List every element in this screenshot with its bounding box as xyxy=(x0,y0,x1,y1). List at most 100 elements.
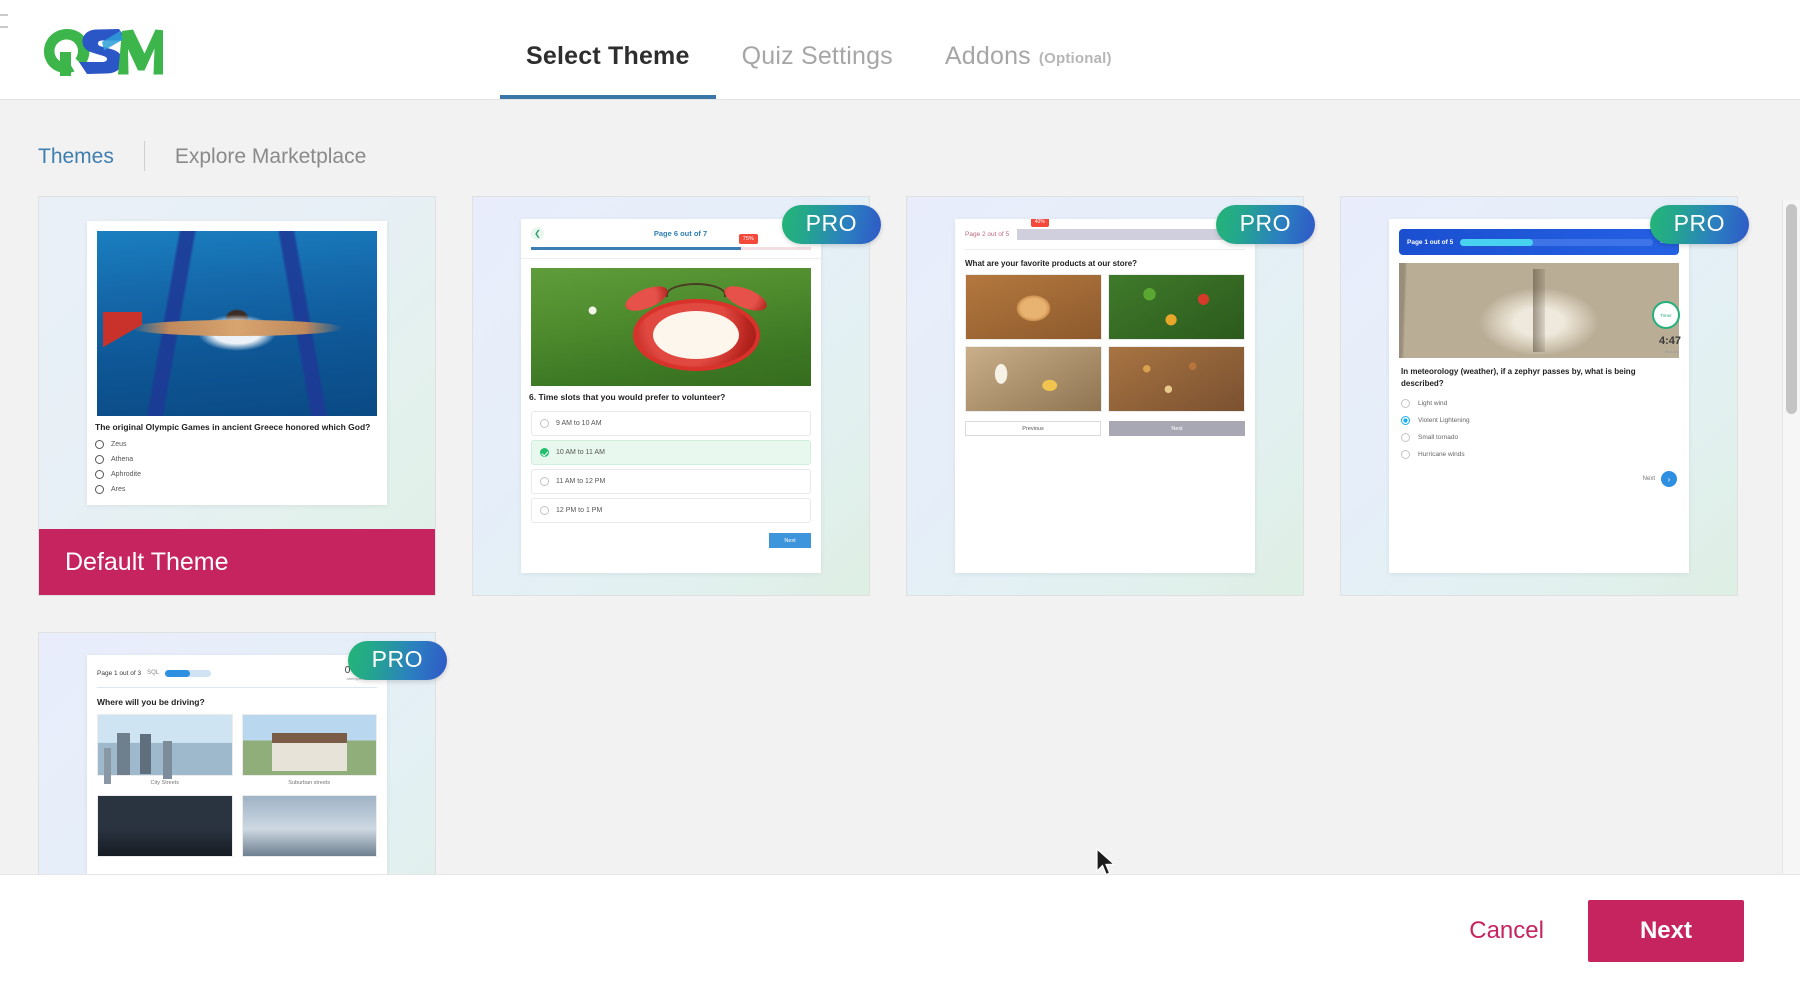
choice-caption: City Streets xyxy=(150,780,179,786)
preview-option: Aphrodite xyxy=(87,467,387,482)
night-road-image xyxy=(97,795,233,857)
tab-addons[interactable]: Addons (Optional) xyxy=(919,0,1138,99)
bread-image xyxy=(965,274,1102,340)
pro-badge: PRO xyxy=(1215,205,1315,244)
qsm-logo-icon xyxy=(44,28,163,76)
preview-option: Hurricane winds xyxy=(1389,446,1689,463)
preview-option-selected: Violent Lightening xyxy=(1389,412,1689,429)
next-button[interactable]: Next xyxy=(1587,899,1744,962)
preview-option-label: Aphrodite xyxy=(111,471,141,479)
preview-next-arrow-icon: › xyxy=(1661,471,1677,488)
preview-option-selected: 10 AM to 11 AM xyxy=(531,440,811,466)
vertical-scrollbar[interactable] xyxy=(1782,200,1800,874)
theme-card-grid: The original Olympic Games in ancient Gr… xyxy=(0,178,1749,874)
theme-card-default[interactable]: The original Olympic Games in ancient Gr… xyxy=(38,196,436,596)
subnav-explore-marketplace[interactable]: Explore Marketplace xyxy=(175,146,394,167)
tab-select-theme-label: Select Theme xyxy=(526,42,690,70)
preview-nav: Next › xyxy=(1389,463,1689,488)
choice-cloud xyxy=(241,795,377,857)
preview-option-label: Ares xyxy=(111,486,126,494)
preview-option: Light wind xyxy=(1389,395,1689,412)
preview-previous-button: Previous xyxy=(965,421,1101,436)
preview-page-label: Page 2 out of 5 xyxy=(965,231,1010,238)
quiz-preview-4: Page 1 out of 5 10% Timer 4:47 xyxy=(1389,229,1689,573)
radio-icon xyxy=(1401,450,1410,460)
theme-preview-2: ❮ Page 6 out of 7 75% 6. Time slots that… xyxy=(521,219,821,573)
alarm-clock-image xyxy=(531,268,811,386)
theme-preview-3: Page 2 out of 5 40% What are your favori… xyxy=(955,219,1255,573)
timer-icon: Timer xyxy=(1652,301,1680,329)
swimmer-image xyxy=(97,231,377,416)
vertical-scrollbar-thumb[interactable] xyxy=(1786,204,1797,414)
quiz-preview-2: ❮ Page 6 out of 7 75% 6. Time slots that… xyxy=(521,219,821,573)
preview-header: Page 1 out of 3 SQL 0 4 2 attempts remai… xyxy=(87,655,387,681)
radio-icon xyxy=(540,419,549,429)
preview-page-label: Page 6 out of 7 xyxy=(653,229,708,238)
theme-card-4[interactable]: PRO Page 1 out of 5 10% xyxy=(1340,196,1749,596)
pro-badge: PRO xyxy=(781,205,881,244)
preview-option: 9 AM to 10 AM xyxy=(531,411,811,437)
preview-page-label: Page 1 out of 5 xyxy=(1407,238,1454,246)
preview-question: 6. Time slots that you would prefer to v… xyxy=(529,392,726,402)
radio-icon xyxy=(540,477,549,487)
preview-option: Small tornado xyxy=(1389,429,1689,446)
back-arrow-icon: ❮ xyxy=(531,227,544,240)
tab-addons-optional-label: (Optional) xyxy=(1038,50,1112,67)
theme-card-3[interactable]: PRO Page 2 out of 5 40% What are your fa… xyxy=(906,196,1315,596)
tab-select-theme[interactable]: Select Theme xyxy=(500,0,716,99)
theme-gallery-panel: Themes Explore Marketplace The original … xyxy=(0,100,1800,874)
clock-body xyxy=(621,280,772,374)
radio-icon xyxy=(95,455,104,465)
preview-progress-fill xyxy=(165,669,191,677)
timer-caption: minutes xyxy=(1664,349,1679,354)
theme-name-label: Default Theme xyxy=(65,547,229,576)
nuts-image xyxy=(1108,346,1245,412)
radio-icon xyxy=(540,506,549,516)
radio-icon xyxy=(95,440,104,450)
preview-page-label: Page 1 out of 3 xyxy=(97,669,142,677)
preview-header: Page 2 out of 5 40% xyxy=(955,219,1255,240)
preview-option: Athena xyxy=(87,452,387,467)
preview-option: Ares xyxy=(87,482,387,497)
radio-selected-icon xyxy=(1401,416,1410,426)
preview-question: The original Olympic Games in ancient Gr… xyxy=(95,422,371,432)
choice-night xyxy=(97,795,233,857)
theme-card-5[interactable]: PRO Page 1 out of 3 SQL 0 4 2 attempts r… xyxy=(38,632,447,874)
preview-progress-bar: 40% xyxy=(1017,219,1245,240)
divider xyxy=(521,258,821,259)
preview-next-button: Next xyxy=(1109,421,1245,436)
choice-city: City Streets xyxy=(97,714,233,786)
city-image xyxy=(97,714,233,776)
preview-image-choices xyxy=(955,274,1255,412)
preview-progress-fill xyxy=(1460,238,1534,246)
preview-next-button: Next xyxy=(769,533,811,549)
preview-question: Where will you be driving? xyxy=(97,697,205,707)
preview-option: 12 PM to 1 PM xyxy=(531,498,811,524)
qsm-logo xyxy=(0,0,500,99)
preview-option: Zeus xyxy=(87,437,387,452)
preview-progress-bar xyxy=(1460,238,1653,246)
preview-image-choices: City Streets Suburban streets xyxy=(87,714,387,857)
tab-addons-label: Addons xyxy=(944,42,1031,70)
cancel-button[interactable]: Cancel xyxy=(1451,905,1562,957)
preview-progress-bar: 75% xyxy=(531,234,811,250)
theme-preview-5: Page 1 out of 3 SQL 0 4 2 attempts remai… xyxy=(87,655,387,874)
tab-quiz-settings[interactable]: Quiz Settings xyxy=(716,0,919,99)
preview-option-label: 12 PM to 1 PM xyxy=(556,507,603,515)
theme-preview-4: Page 1 out of 5 10% Timer 4:47 xyxy=(1389,219,1689,573)
preview-option: 11 AM to 12 PM xyxy=(531,469,811,495)
window-left-edge xyxy=(0,0,8,99)
window-bottom-edge xyxy=(0,968,1800,986)
check-icon xyxy=(540,448,549,458)
subnav-divider xyxy=(143,141,145,171)
theme-card-2[interactable]: PRO ❮ Page 6 out of 7 75% 6. Time slots … xyxy=(472,196,881,596)
preview-option-label: Hurricane winds xyxy=(1418,451,1465,459)
subnav-themes[interactable]: Themes xyxy=(38,146,144,167)
app-header: Select Theme Quiz Settings Addons (Optio… xyxy=(0,0,1800,100)
theme-name-banner: Default Theme xyxy=(39,529,435,595)
preview-progress-fill xyxy=(531,247,741,250)
wizard-tabs: Select Theme Quiz Settings Addons (Optio… xyxy=(500,0,1138,99)
suburb-image xyxy=(241,714,377,776)
quiz-preview-3: Page 2 out of 5 40% What are your favori… xyxy=(955,219,1255,573)
preview-option-label: Zeus xyxy=(111,441,127,449)
